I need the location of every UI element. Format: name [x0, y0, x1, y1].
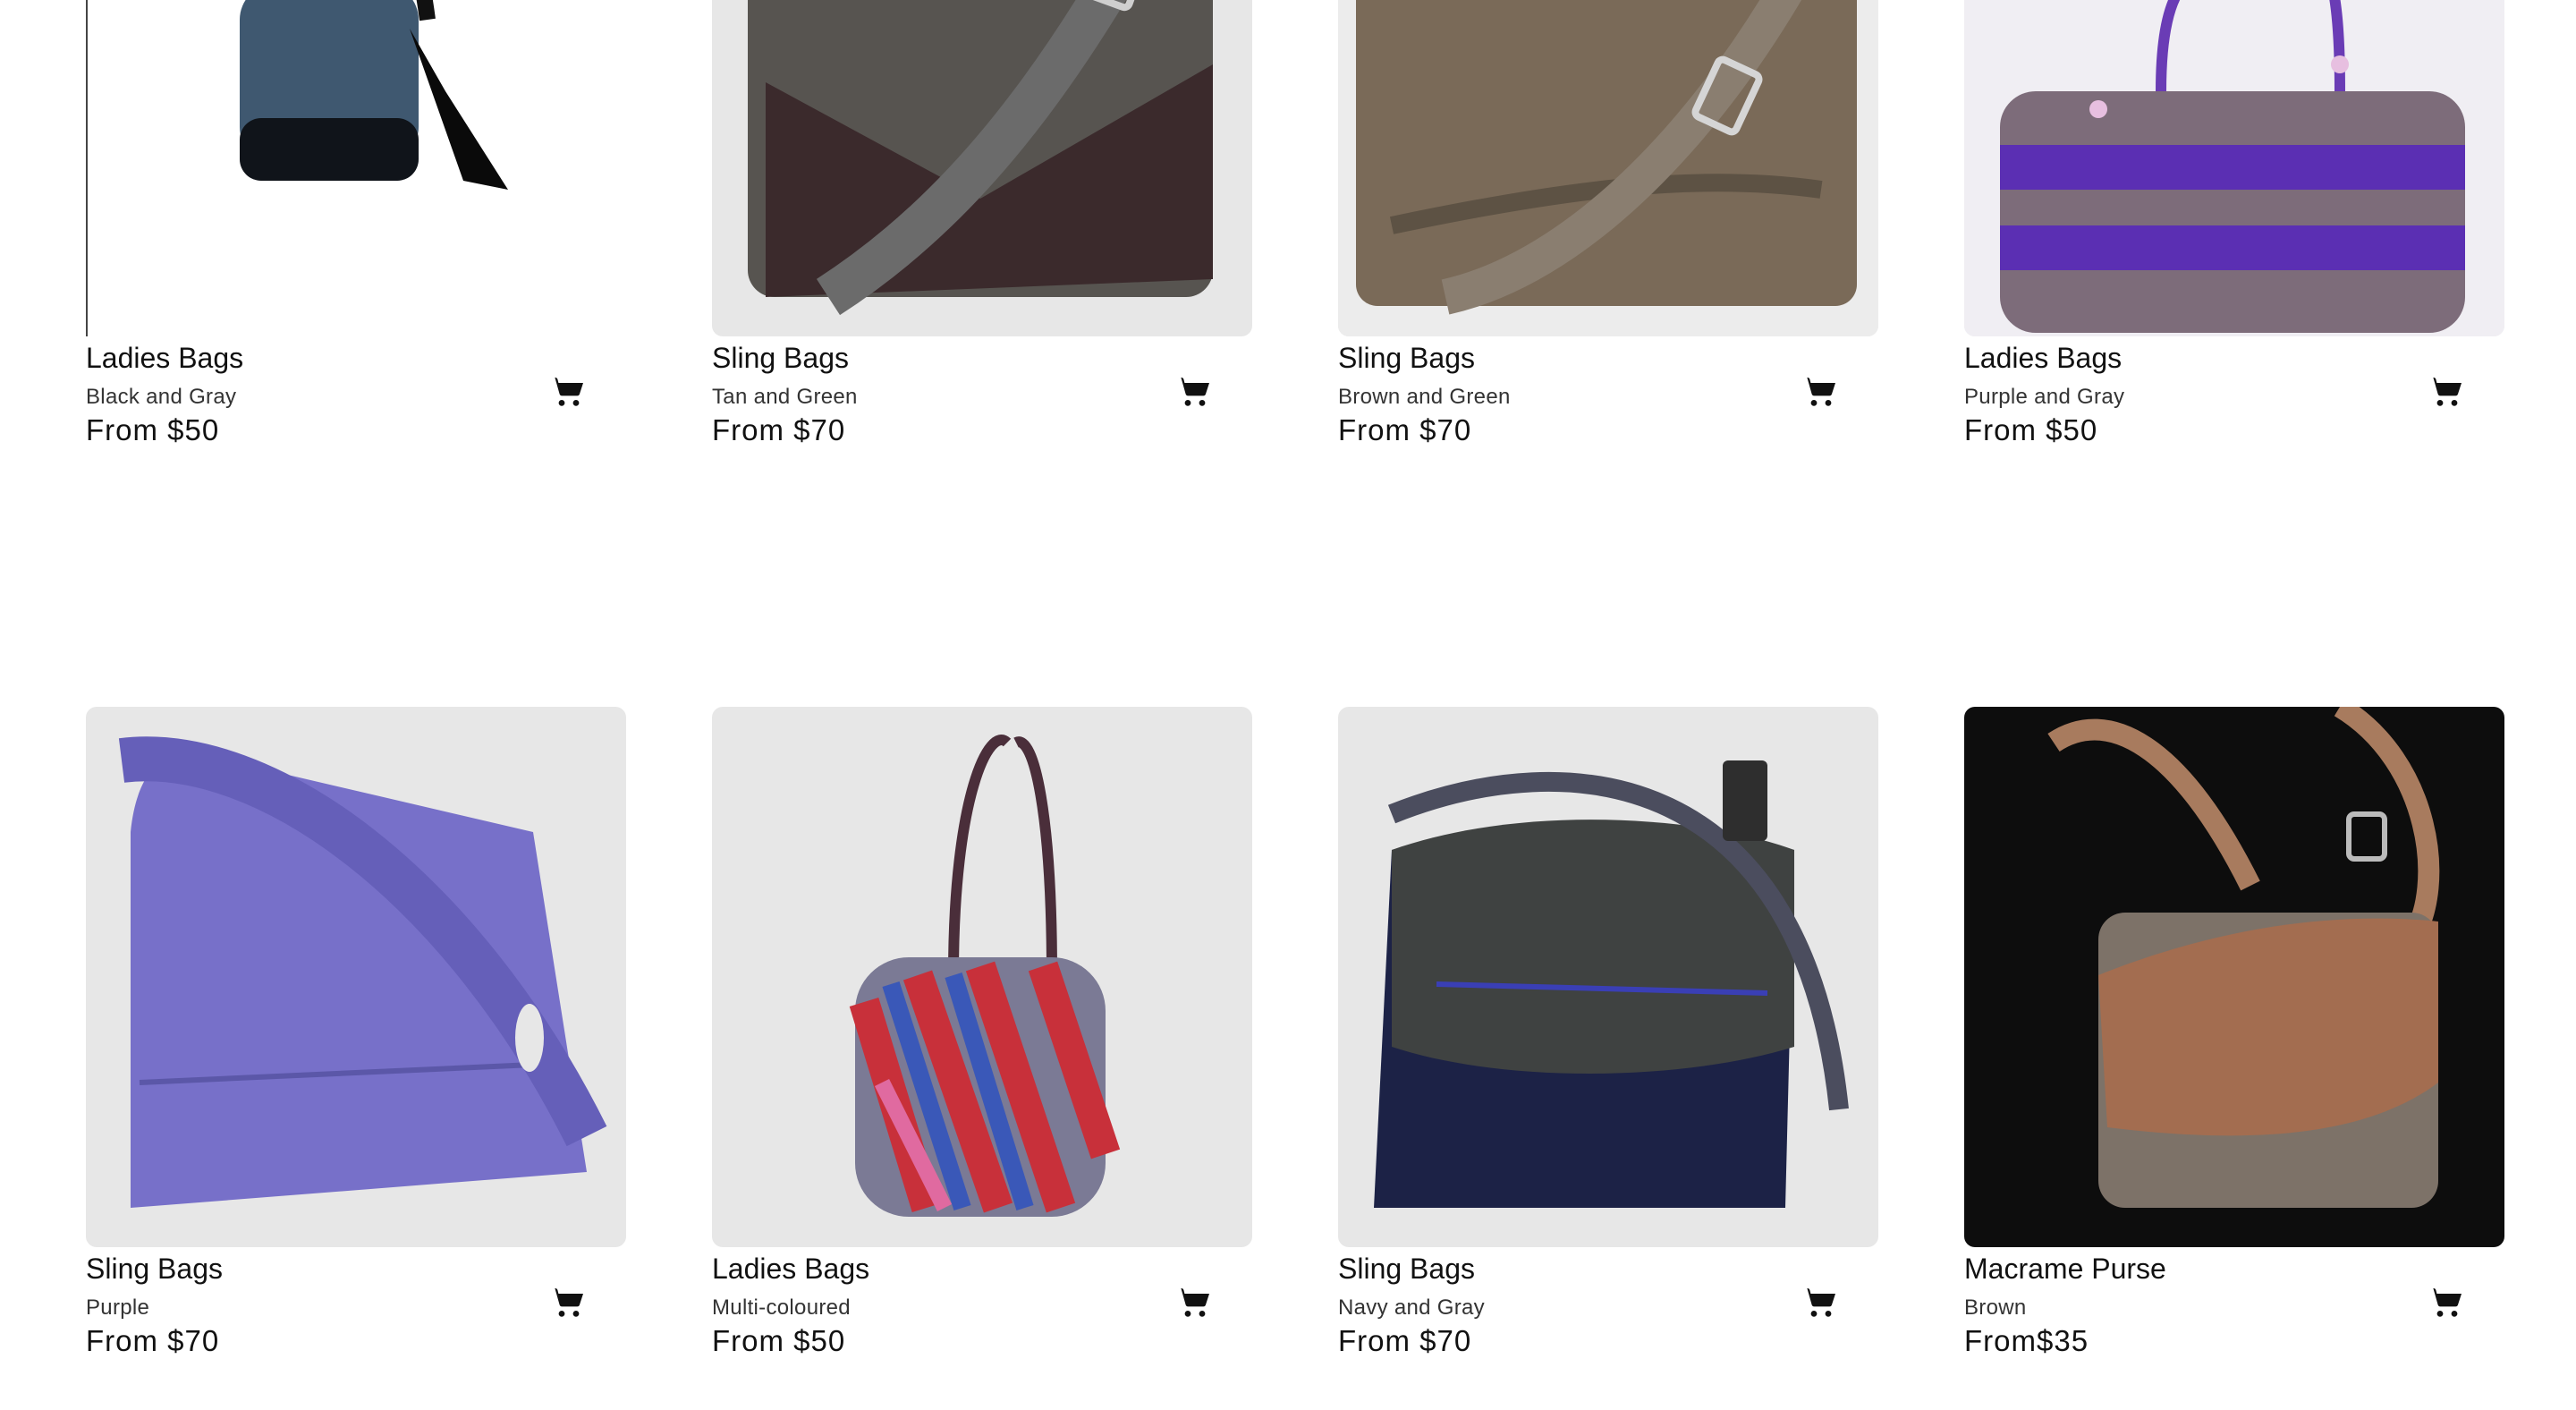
- product-grid-row-2: Sling Bags Purple From $70 Ladies Bags M…: [86, 707, 2504, 1369]
- product-price: From $70: [86, 1324, 220, 1357]
- product-image[interactable]: [1338, 707, 1878, 1247]
- product-price: From $50: [86, 413, 220, 446]
- product-info: Sling Bags Navy and Gray From $70: [1338, 1247, 1878, 1369]
- product-variant: Purple: [86, 1295, 150, 1320]
- product-card[interactable]: Macrame Purse Brown From$35: [1964, 707, 2504, 1369]
- product-info: Sling Bags Purple From $70: [86, 1247, 626, 1369]
- product-variant: Multi-coloured: [712, 1295, 851, 1320]
- shopping-cart-icon[interactable]: [1798, 370, 1841, 413]
- product-info: Sling Bags Tan and Green From $70: [712, 336, 1252, 458]
- shopping-cart-icon[interactable]: [1798, 1281, 1841, 1324]
- product-variant: Black and Gray: [86, 385, 237, 409]
- product-price: From$35: [1964, 1324, 2089, 1357]
- product-card[interactable]: Sling Bags Purple From $70: [86, 707, 626, 1369]
- product-variant: Tan and Green: [712, 385, 858, 409]
- product-card[interactable]: Sling Bags Navy and Gray From $70: [1338, 707, 1878, 1369]
- product-image[interactable]: [86, 0, 628, 336]
- product-grid-row-1: Ladies Bags Black and Gray From $50 Slin…: [86, 0, 2504, 458]
- product-price: From $70: [1338, 413, 1472, 446]
- shopping-cart-icon[interactable]: [546, 370, 589, 413]
- product-variant: Brown: [1964, 1295, 2027, 1320]
- product-title[interactable]: Ladies Bags: [712, 1253, 869, 1286]
- product-card[interactable]: Ladies Bags Purple and Gray From $50: [1964, 0, 2504, 458]
- product-image[interactable]: [712, 0, 1252, 336]
- product-card[interactable]: Sling Bags Tan and Green From $70: [712, 0, 1252, 458]
- product-image[interactable]: [712, 707, 1252, 1247]
- product-title[interactable]: Ladies Bags: [1964, 342, 2122, 375]
- product-info: Ladies Bags Multi-coloured From $50: [712, 1247, 1252, 1369]
- product-title[interactable]: Ladies Bags: [86, 342, 243, 375]
- product-variant: Purple and Gray: [1964, 385, 2125, 409]
- shopping-cart-icon[interactable]: [546, 1281, 589, 1324]
- shopping-cart-icon[interactable]: [2424, 1281, 2467, 1324]
- product-info: Ladies Bags Purple and Gray From $50: [1964, 336, 2504, 458]
- product-card[interactable]: Ladies Bags Multi-coloured From $50: [712, 707, 1252, 1369]
- shopping-cart-icon[interactable]: [1172, 370, 1215, 413]
- product-card[interactable]: Ladies Bags Black and Gray From $50: [86, 0, 628, 458]
- product-variant: Navy and Gray: [1338, 1295, 1485, 1320]
- product-image[interactable]: [86, 707, 626, 1247]
- product-title[interactable]: Sling Bags: [1338, 342, 1475, 375]
- product-price: From $50: [712, 1324, 846, 1357]
- product-title[interactable]: Sling Bags: [1338, 1253, 1475, 1286]
- product-title[interactable]: Sling Bags: [712, 342, 849, 375]
- product-image[interactable]: [1964, 707, 2504, 1247]
- product-image[interactable]: [1338, 0, 1878, 336]
- product-image[interactable]: [1964, 0, 2504, 336]
- product-title[interactable]: Sling Bags: [86, 1253, 223, 1286]
- product-info: Ladies Bags Black and Gray From $50: [86, 336, 626, 458]
- shopping-cart-icon[interactable]: [2424, 370, 2467, 413]
- product-price: From $70: [712, 413, 846, 446]
- product-variant: Brown and Green: [1338, 385, 1511, 409]
- product-info: Sling Bags Brown and Green From $70: [1338, 336, 1878, 458]
- product-card[interactable]: Sling Bags Brown and Green From $70: [1338, 0, 1878, 458]
- product-info: Macrame Purse Brown From$35: [1964, 1247, 2504, 1369]
- product-price: From $50: [1964, 413, 2098, 446]
- product-price: From $70: [1338, 1324, 1472, 1357]
- product-title[interactable]: Macrame Purse: [1964, 1253, 2166, 1286]
- shopping-cart-icon[interactable]: [1172, 1281, 1215, 1324]
